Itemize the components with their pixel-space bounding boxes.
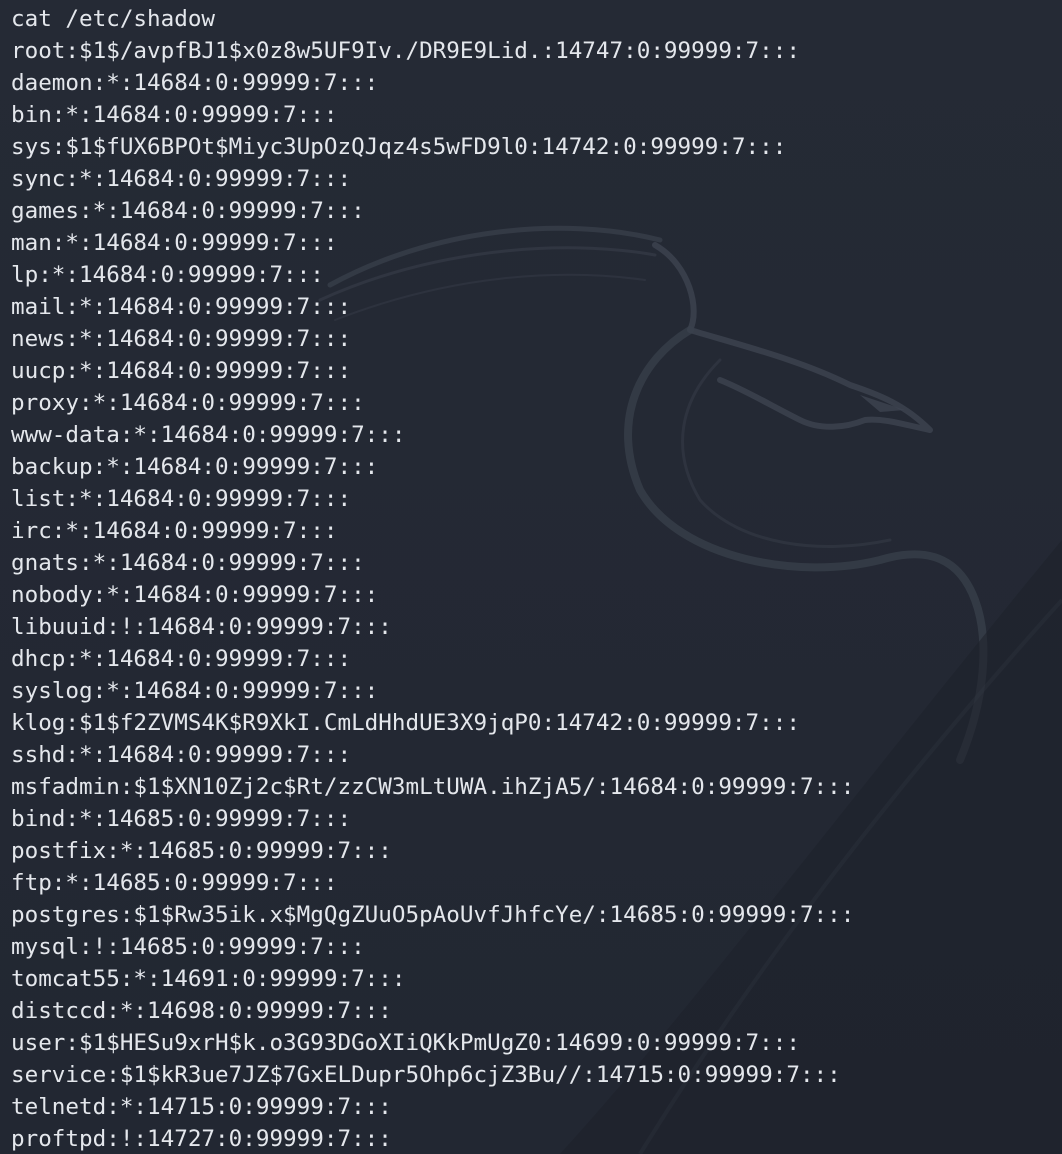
shadow-entry: tomcat55:*:14691:0:99999:7::: [11, 966, 406, 992]
shadow-entry: dhcp:*:14684:0:99999:7::: [11, 646, 352, 672]
shadow-entry: libuuid:!:14684:0:99999:7::: [11, 614, 392, 640]
shadow-entry: sync:*:14684:0:99999:7::: [11, 166, 352, 192]
shadow-entry: bin:*:14684:0:99999:7::: [11, 102, 338, 128]
shadow-entry: news:*:14684:0:99999:7::: [11, 326, 352, 352]
shadow-entry: gnats:*:14684:0:99999:7::: [11, 550, 365, 576]
shadow-entry: irc:*:14684:0:99999:7::: [11, 518, 338, 544]
shadow-entry: uucp:*:14684:0:99999:7::: [11, 358, 352, 384]
shadow-entry: postfix:*:14685:0:99999:7::: [11, 838, 392, 864]
shadow-entry: nobody:*:14684:0:99999:7::: [11, 582, 379, 608]
shadow-entry: list:*:14684:0:99999:7::: [11, 486, 352, 512]
shadow-entry: man:*:14684:0:99999:7::: [11, 230, 338, 256]
shadow-entry: www-data:*:14684:0:99999:7::: [11, 422, 406, 448]
shadow-entry: sshd:*:14684:0:99999:7::: [11, 742, 352, 768]
shadow-entry: root:$1$/avpfBJ1$x0z8w5UF9Iv./DR9E9Lid.:… [11, 38, 800, 64]
shadow-entry: backup:*:14684:0:99999:7::: [11, 454, 379, 480]
shadow-entry: daemon:*:14684:0:99999:7::: [11, 70, 379, 96]
shadow-entry: bind:*:14685:0:99999:7::: [11, 806, 352, 832]
shadow-entry: msfadmin:$1$XN10Zj2c$Rt/zzCW3mLtUWA.ihZj… [11, 774, 855, 800]
shadow-entry: klog:$1$f2ZVMS4K$R9XkI.CmLdHhdUE3X9jqP0:… [11, 710, 800, 736]
shadow-entry: user:$1$HESu9xrH$k.o3G93DGoXIiQKkPmUgZ0:… [11, 1030, 800, 1056]
shadow-entry: games:*:14684:0:99999:7::: [11, 198, 365, 224]
shadow-entry: lp:*:14684:0:99999:7::: [11, 262, 324, 288]
shadow-entry: proftpd:!:14727:0:99999:7::: [11, 1126, 392, 1152]
terminal-output[interactable]: cat /etc/shadow root:$1$/avpfBJ1$x0z8w5UF… [11, 3, 854, 1154]
shadow-entry: distccd:*:14698:0:99999:7::: [11, 998, 392, 1024]
shadow-entry: syslog:*:14684:0:99999:7::: [11, 678, 379, 704]
terminal-window[interactable]: cat /etc/shadow root:$1$/avpfBJ1$x0z8w5UF… [0, 0, 1062, 1154]
shadow-entry: sys:$1$fUX6BPOt$Miyc3UpOzQJqz4s5wFD9l0:1… [11, 134, 787, 160]
shadow-entry: service:$1$kR3ue7JZ$7GxELDupr5Ohp6cjZ3Bu… [11, 1062, 841, 1088]
shadow-entry: postgres:$1$Rw35ik.x$MgQgZUuO5pAoUvfJhfc… [11, 902, 855, 928]
command-line: cat /etc/shadow [11, 6, 216, 32]
shadow-entry: mail:*:14684:0:99999:7::: [11, 294, 352, 320]
shadow-entry: proxy:*:14684:0:99999:7::: [11, 390, 365, 416]
shadow-entry: mysql:!:14685:0:99999:7::: [11, 934, 365, 960]
shadow-entry: telnetd:*:14715:0:99999:7::: [11, 1094, 392, 1120]
shadow-entry: ftp:*:14685:0:99999:7::: [11, 870, 338, 896]
